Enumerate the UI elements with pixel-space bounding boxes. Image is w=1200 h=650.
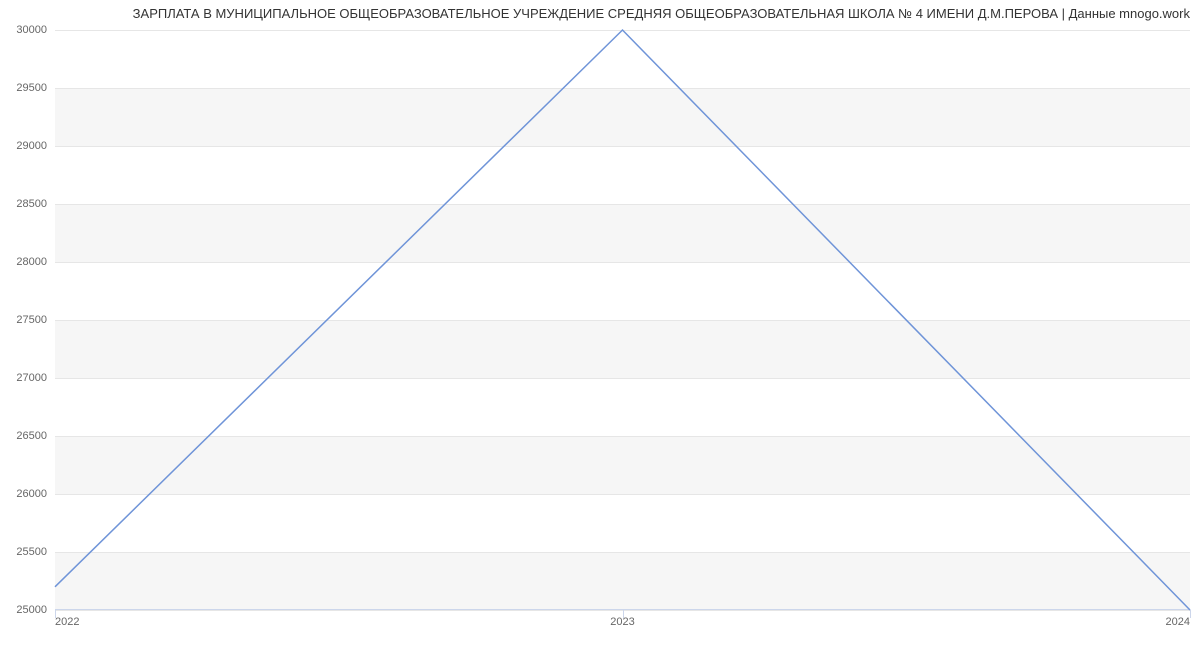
y-tick-label: 28500 [16,198,47,210]
x-tick-mark [1190,610,1191,618]
y-tick-label: 30000 [16,24,47,36]
chart-title: ЗАРПЛАТА В МУНИЦИПАЛЬНОЕ ОБЩЕОБРАЗОВАТЕЛ… [133,6,1190,21]
chart-container: ЗАРПЛАТА В МУНИЦИПАЛЬНОЕ ОБЩЕОБРАЗОВАТЕЛ… [0,0,1200,650]
y-tick-label: 29500 [16,82,47,94]
plot-area: 2500025500260002650027000275002800028500… [55,30,1190,610]
y-tick-label: 25000 [16,604,47,616]
y-tick-label: 27000 [16,372,47,384]
y-tick-label: 26000 [16,488,47,500]
x-tick-label: 2022 [55,616,79,628]
y-tick-label: 29000 [16,140,47,152]
y-tick-label: 28000 [16,256,47,268]
y-tick-label: 26500 [16,430,47,442]
x-tick-label: 2024 [1166,616,1190,628]
series-line [55,30,1190,610]
y-tick-label: 27500 [16,314,47,326]
x-tick-label: 2023 [610,616,634,628]
y-tick-label: 25500 [16,546,47,558]
line-svg [55,30,1190,610]
